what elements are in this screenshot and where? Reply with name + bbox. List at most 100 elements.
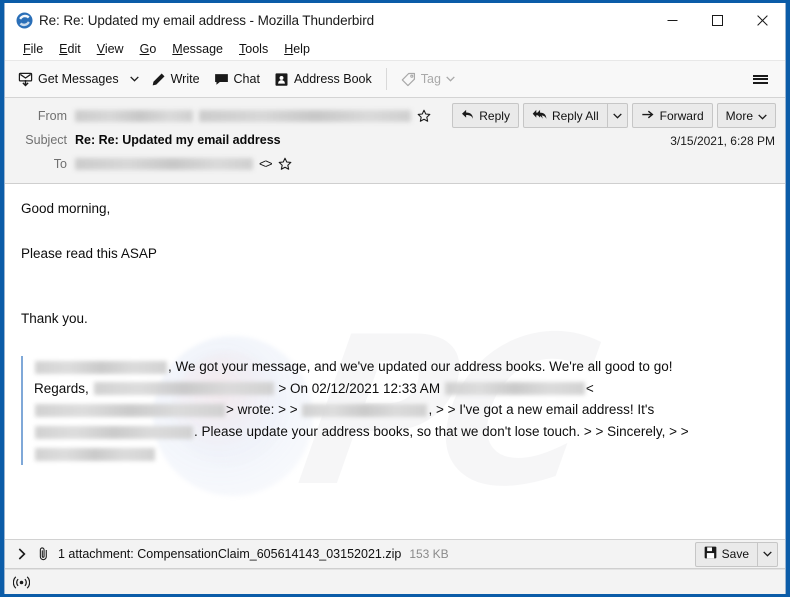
to-star-icon[interactable] bbox=[278, 157, 292, 171]
menu-tools-rest: ools bbox=[245, 41, 269, 56]
message-header-right: Reply Reply All Forward More 3/15/2021, … bbox=[452, 103, 776, 148]
menu-message[interactable]: Message bbox=[164, 40, 231, 58]
from-star-icon[interactable] bbox=[417, 109, 431, 123]
quote-redaction-3 bbox=[444, 382, 585, 396]
thunderbird-window: Re: Re: Updated my email address - Mozil… bbox=[0, 0, 790, 597]
menu-file-rest: ile bbox=[30, 41, 44, 56]
quote-segment-3: < bbox=[585, 380, 594, 396]
more-chevron-down-icon bbox=[758, 109, 767, 123]
menu-tools[interactable]: Tools bbox=[231, 40, 276, 58]
tag-label: Tag bbox=[420, 72, 441, 86]
menu-view[interactable]: View bbox=[89, 40, 132, 58]
to-suffix: <> bbox=[259, 157, 273, 171]
write-button[interactable]: Write bbox=[144, 66, 207, 92]
close-icon[interactable] bbox=[740, 3, 785, 37]
tag-chevron-down-icon[interactable] bbox=[446, 76, 455, 82]
quote-redaction-6 bbox=[35, 426, 193, 440]
maximize-icon[interactable] bbox=[695, 3, 740, 37]
save-button[interactable]: Save bbox=[696, 543, 757, 566]
quote-redaction-7 bbox=[35, 448, 155, 462]
menu-help-rest: elp bbox=[293, 41, 310, 56]
save-label: Save bbox=[721, 547, 749, 561]
subject-label: Subject bbox=[25, 133, 67, 147]
thunderbird-logo-icon bbox=[16, 12, 33, 29]
menu-go[interactable]: Go bbox=[132, 40, 165, 58]
address-book-icon bbox=[274, 72, 289, 87]
body-line-2: Please read this ASAP bbox=[21, 246, 157, 262]
to-row: To <> bbox=[5, 152, 785, 176]
quote-segment-4: > wrote: > > bbox=[226, 402, 298, 418]
reply-all-button[interactable]: Reply All bbox=[524, 104, 607, 127]
menu-go-rest: o bbox=[149, 41, 157, 56]
message-date: 3/15/2021, 6:28 PM bbox=[670, 134, 775, 148]
quote-redaction-2 bbox=[93, 382, 274, 396]
toolbar-separator bbox=[385, 68, 387, 90]
quote-segment-6: . Please update your address books, so t… bbox=[194, 424, 689, 440]
broadcast-online-icon[interactable] bbox=[13, 575, 30, 590]
status-bar bbox=[5, 569, 785, 594]
attachment-bar: 1 attachment: CompensationClaim_60561414… bbox=[5, 540, 785, 569]
quote-redaction-4 bbox=[35, 404, 225, 418]
download-mail-icon bbox=[18, 72, 33, 87]
from-address-redacted bbox=[199, 110, 411, 122]
body-closing: Thank you. bbox=[21, 311, 88, 327]
chevron-right-icon[interactable] bbox=[15, 548, 29, 560]
get-messages-button[interactable]: Get Messages bbox=[11, 66, 126, 92]
forward-label: Forward bbox=[659, 108, 704, 123]
message-body[interactable]: PC risk.com Good morning, Please read th… bbox=[5, 184, 785, 540]
get-messages-label: Get Messages bbox=[38, 72, 119, 86]
quoted-reply-block: , We got your message, and we've updated… bbox=[21, 355, 725, 465]
menu-edit-rest: dit bbox=[67, 41, 81, 56]
menu-help[interactable]: Help bbox=[276, 40, 318, 58]
tag-icon bbox=[401, 72, 416, 87]
message-body-content: Good morning, Please read this ASAP Than… bbox=[5, 184, 785, 465]
attachment-name[interactable]: 1 attachment: CompensationClaim_60561414… bbox=[58, 547, 401, 561]
menu-bar: File Edit View Go Message Tools Help bbox=[5, 37, 785, 61]
window-controls bbox=[650, 3, 785, 37]
hamburger-line-1 bbox=[752, 74, 768, 77]
body-greeting: Good morning, bbox=[21, 201, 111, 216]
reply-button[interactable]: Reply bbox=[452, 103, 519, 128]
hamburger-menu-icon[interactable] bbox=[745, 66, 775, 92]
save-floppy-icon bbox=[704, 546, 717, 562]
from-label: From bbox=[37, 109, 67, 123]
message-header: Reply Reply All Forward More 3/15/2021, … bbox=[5, 98, 785, 184]
hamburger-line-2 bbox=[752, 78, 768, 80]
window-frame: Re: Re: Updated my email address - Mozil… bbox=[4, 3, 786, 594]
chat-button[interactable]: Chat bbox=[207, 66, 267, 92]
reply-all-split-button: Reply All bbox=[522, 103, 628, 128]
quote-segment-5: , > > I've got a new email address! It's bbox=[428, 402, 655, 418]
menu-file[interactable]: File bbox=[15, 40, 51, 58]
reply-all-arrow-icon bbox=[532, 109, 547, 123]
quote-redaction-5 bbox=[302, 404, 428, 418]
minimize-icon[interactable] bbox=[650, 3, 695, 37]
title-bar: Re: Re: Updated my email address - Mozil… bbox=[5, 3, 785, 37]
address-book-button[interactable]: Address Book bbox=[267, 66, 379, 92]
more-label: More bbox=[725, 108, 753, 123]
hamburger-line-3 bbox=[752, 81, 768, 84]
forward-button[interactable]: Forward bbox=[631, 103, 713, 128]
reply-arrow-icon bbox=[461, 109, 474, 123]
save-dropdown-icon[interactable] bbox=[757, 542, 777, 566]
address-book-label: Address Book bbox=[293, 72, 372, 86]
to-address-redacted bbox=[75, 158, 253, 170]
save-split-button: Save bbox=[694, 541, 778, 567]
quote-segment-2: > On 02/12/2021 12:33 AM bbox=[278, 380, 441, 396]
menu-edit[interactable]: Edit bbox=[51, 40, 89, 58]
pencil-icon bbox=[151, 72, 166, 87]
reply-all-dropdown-icon[interactable] bbox=[606, 104, 627, 127]
chat-label: Chat bbox=[233, 72, 260, 86]
tag-button[interactable]: Tag bbox=[394, 66, 462, 92]
get-messages-dropdown[interactable] bbox=[126, 66, 144, 92]
message-action-buttons: Reply Reply All Forward More bbox=[452, 103, 776, 128]
attachment-size: 153 KB bbox=[409, 547, 449, 561]
window-title: Re: Re: Updated my email address - Mozil… bbox=[39, 12, 375, 28]
write-label: Write bbox=[170, 72, 200, 86]
more-button[interactable]: More bbox=[716, 103, 776, 128]
to-label: To bbox=[53, 157, 67, 171]
to-value[interactable]: <> bbox=[75, 157, 775, 171]
reply-label: Reply bbox=[479, 108, 510, 123]
paperclip-icon bbox=[37, 547, 50, 561]
subject-text: Re: Re: Updated my email address bbox=[75, 133, 281, 147]
